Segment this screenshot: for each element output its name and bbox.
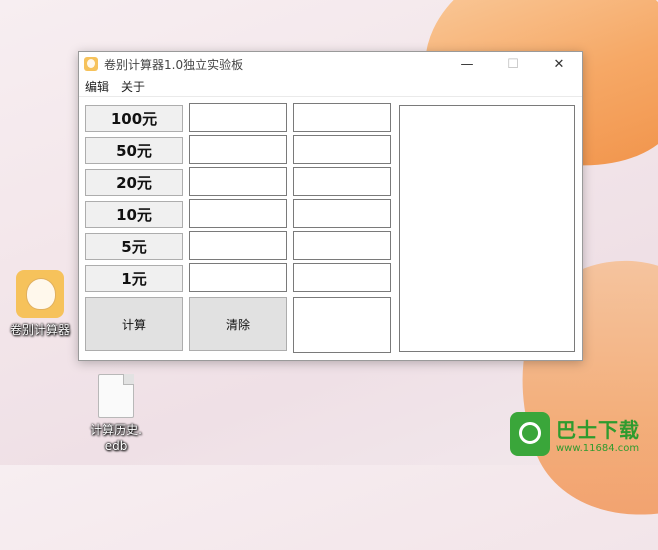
denomination-50-button[interactable]: 50元	[85, 137, 183, 164]
desktop-file-label-line2: edb	[104, 439, 128, 453]
window-controls: — ☐ ✕	[444, 52, 582, 76]
total-field[interactable]	[293, 297, 391, 353]
window-app-icon	[84, 57, 98, 71]
amount-field-5[interactable]	[293, 231, 391, 260]
menu-bar: 编辑 关于	[79, 76, 582, 97]
app-window: 卷别计算器1.0独立实验板 — ☐ ✕ 编辑 关于 100元 50元 20元 1…	[78, 51, 583, 361]
file-icon	[98, 374, 134, 418]
title-bar[interactable]: 卷别计算器1.0独立实验板 — ☐ ✕	[79, 52, 582, 76]
desktop-file-label-line1: 计算历史.	[90, 423, 142, 437]
denomination-1-button[interactable]: 1元	[85, 265, 183, 292]
count-input-5[interactable]	[189, 231, 287, 260]
menu-edit[interactable]: 编辑	[79, 78, 115, 95]
count-input-10[interactable]	[189, 199, 287, 228]
denomination-20-button[interactable]: 20元	[85, 169, 183, 196]
desktop-app-shortcut[interactable]: 卷别计算器	[0, 270, 80, 338]
amount-field-10[interactable]	[293, 199, 391, 228]
count-input-100[interactable]	[189, 103, 287, 132]
watermark: 巴士下载 www.11684.com	[510, 405, 658, 463]
watermark-title: 巴士下载	[556, 418, 640, 442]
calculate-button[interactable]: 计算	[85, 297, 183, 351]
app-icon	[16, 270, 64, 318]
clear-button[interactable]: 清除	[189, 297, 287, 351]
amount-field-20[interactable]	[293, 167, 391, 196]
desktop-file-shortcut[interactable]: 计算历史. edb	[76, 374, 156, 454]
maximize-icon[interactable]: ☐	[490, 52, 536, 76]
result-textarea[interactable]	[399, 105, 575, 352]
amount-field-1[interactable]	[293, 263, 391, 292]
amount-field-100[interactable]	[293, 103, 391, 132]
desktop-app-label: 卷别计算器	[9, 323, 70, 337]
minimize-icon[interactable]: —	[444, 52, 490, 76]
denomination-100-button[interactable]: 100元	[85, 105, 183, 132]
count-input-50[interactable]	[189, 135, 287, 164]
count-input-20[interactable]	[189, 167, 287, 196]
denomination-10-button[interactable]: 10元	[85, 201, 183, 228]
close-icon[interactable]: ✕	[536, 52, 582, 76]
window-title: 卷别计算器1.0独立实验板	[104, 57, 244, 72]
watermark-url: www.11684.com	[556, 443, 640, 454]
amount-field-50[interactable]	[293, 135, 391, 164]
denomination-5-button[interactable]: 5元	[85, 233, 183, 260]
watermark-logo-icon	[510, 412, 550, 456]
menu-about[interactable]: 关于	[115, 78, 151, 95]
count-input-1[interactable]	[189, 263, 287, 292]
